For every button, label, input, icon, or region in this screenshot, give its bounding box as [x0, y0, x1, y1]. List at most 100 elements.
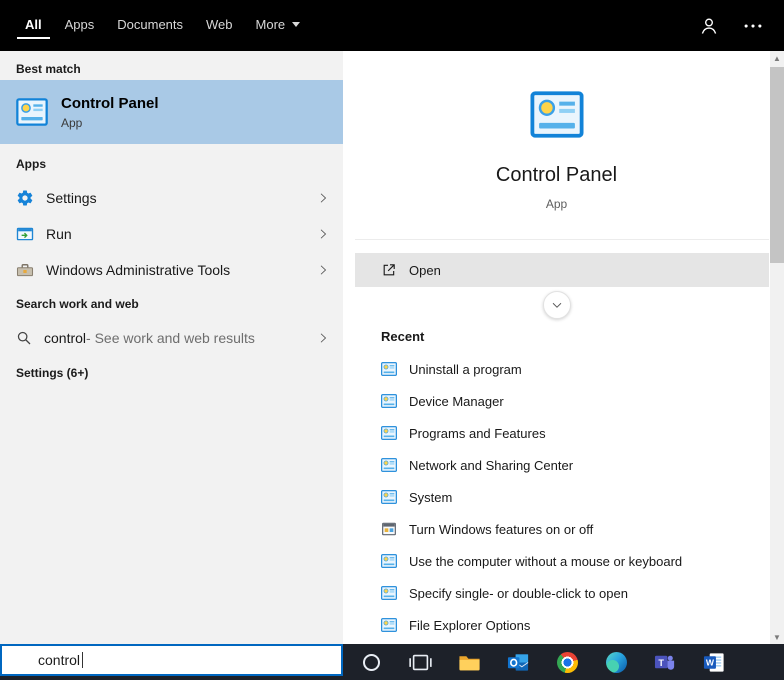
- recent-item-use-computer-without-mouse-or-keyboard[interactable]: Use the computer without a mouse or keyb…: [343, 545, 770, 577]
- search-icon: [16, 330, 32, 346]
- chevron-right-icon: [317, 228, 329, 240]
- gear-icon: [16, 189, 34, 207]
- app-item-label: Settings: [46, 190, 97, 206]
- recent-item-label: Network and Sharing Center: [409, 457, 574, 473]
- sidebar-item-admin-tools[interactable]: Windows Administrative Tools: [0, 252, 343, 288]
- sidebar-item-run[interactable]: Run: [0, 216, 343, 252]
- tab-all-label: All: [25, 16, 42, 32]
- recent-item-programs-and-features[interactable]: Programs and Features: [343, 417, 770, 449]
- recent-item-device-manager[interactable]: Device Manager: [343, 385, 770, 417]
- expand-actions-button[interactable]: [542, 291, 571, 319]
- best-match-subtitle: App: [61, 115, 83, 130]
- taskbar-chrome-button[interactable]: [543, 644, 592, 680]
- tab-all[interactable]: All: [17, 13, 50, 39]
- preview-divider: [355, 239, 769, 240]
- web-search-result[interactable]: control - See work and web results: [0, 320, 343, 356]
- control-panel-icon-large: [530, 91, 584, 138]
- taskbar-file-explorer-button[interactable]: [445, 644, 494, 680]
- tab-documents[interactable]: Documents: [109, 13, 191, 39]
- control-panel-mini-icon: [381, 361, 397, 377]
- best-match-header: Best match: [16, 62, 81, 76]
- recent-item-turn-windows-features-on-or-off[interactable]: Turn Windows features on or off: [343, 513, 770, 545]
- recent-item-label: Specify single- or double-click to open: [409, 585, 628, 601]
- account-icon[interactable]: [698, 15, 720, 37]
- recent-item-system[interactable]: System: [343, 481, 770, 513]
- preview-panel: Control Panel App Open Recent Uninstall …: [343, 51, 770, 644]
- search-web-section-header: Search work and web: [16, 297, 139, 311]
- control-panel-mini-icon: [381, 425, 397, 441]
- run-window-icon: [16, 225, 34, 243]
- best-match-result[interactable]: Control Panel App: [0, 80, 343, 144]
- tab-apps[interactable]: Apps: [57, 13, 103, 39]
- recent-item-label: Turn Windows features on or off: [409, 521, 594, 537]
- recent-item-network-and-sharing-center[interactable]: Network and Sharing Center: [343, 449, 770, 481]
- tab-web[interactable]: Web: [198, 13, 241, 39]
- control-panel-mini-icon: [381, 457, 397, 473]
- taskbar-teams-button[interactable]: [641, 644, 690, 680]
- tab-web-label: Web: [206, 16, 233, 32]
- open-action-button[interactable]: Open: [355, 253, 769, 287]
- recent-list: Uninstall a program Device Manager Progr…: [343, 353, 770, 641]
- apps-section-header: Apps: [16, 157, 46, 171]
- text-caret: [82, 652, 84, 668]
- chevron-right-icon: [317, 264, 329, 276]
- sidebar-item-settings[interactable]: Settings: [0, 180, 343, 216]
- tab-more-label: More: [255, 16, 286, 32]
- search-results-panel: Best match Control Panel App Apps Settin…: [0, 51, 343, 644]
- taskbar-task-view-button[interactable]: [396, 644, 445, 680]
- recent-item-label: File Explorer Options: [409, 617, 531, 633]
- preview-scrollbar: ▲ ▼: [770, 51, 784, 644]
- best-match-title: Control Panel: [61, 94, 159, 112]
- search-tabs-bar: All Apps Documents Web More: [0, 0, 784, 51]
- chevron-right-icon: [317, 192, 329, 204]
- chevron-down-icon: [551, 299, 563, 311]
- recent-item-label: System: [409, 489, 453, 505]
- recent-item-label: Use the computer without a mouse or keyb…: [409, 553, 683, 569]
- control-panel-mini-icon: [381, 553, 397, 569]
- recent-item-file-explorer-options[interactable]: File Explorer Options: [343, 609, 770, 641]
- control-panel-mini-icon: [381, 393, 397, 409]
- web-search-suffix: - See work and web results: [86, 330, 255, 346]
- recent-section-header: Recent: [381, 329, 425, 344]
- recent-item-label: Programs and Features: [409, 425, 546, 441]
- caret-down-icon: [292, 21, 301, 27]
- taskbar-outlook-button[interactable]: [494, 644, 543, 680]
- taskbar-edge-button[interactable]: [592, 644, 641, 680]
- word-icon: [703, 651, 726, 674]
- scroll-up-arrow[interactable]: ▲: [770, 51, 784, 65]
- cortana-icon: [363, 653, 380, 671]
- scrollbar-thumb[interactable]: [770, 67, 784, 263]
- scroll-down-arrow[interactable]: ▼: [770, 630, 784, 644]
- teams-icon: [654, 651, 677, 674]
- control-panel-mini-icon: [381, 489, 397, 505]
- preview-app-subtitle: App: [545, 197, 568, 211]
- more-options-icon[interactable]: [742, 15, 764, 37]
- taskbar-cortana-button[interactable]: [347, 644, 396, 680]
- open-action-label: Open: [409, 262, 441, 278]
- toolbox-icon: [16, 261, 34, 279]
- edge-icon: [606, 651, 627, 673]
- chevron-right-icon: [317, 332, 329, 344]
- best-match-text: Control Panel App: [61, 95, 159, 130]
- control-panel-mini-icon: [381, 617, 397, 633]
- web-search-query: control: [44, 330, 87, 346]
- tab-apps-label: Apps: [64, 16, 95, 32]
- settings-section-header: Settings (6+): [16, 366, 89, 380]
- topbar-right-icons: [698, 15, 784, 37]
- recent-item-specify-single-or-double-click[interactable]: Specify single- or double-click to open: [343, 577, 770, 609]
- preview-app-title: Control Panel: [495, 164, 618, 186]
- search-tabs: All Apps Documents Web More: [0, 0, 315, 51]
- outlook-icon: [507, 651, 530, 674]
- tab-more[interactable]: More: [248, 13, 309, 39]
- recent-item-uninstall-a-program[interactable]: Uninstall a program: [343, 353, 770, 385]
- recent-item-label: Device Manager: [409, 393, 504, 409]
- taskbar-word-button[interactable]: [690, 644, 739, 680]
- taskbar-search-input[interactable]: control: [0, 644, 343, 676]
- open-launch-icon: [381, 262, 397, 278]
- app-item-label: Run: [46, 226, 72, 242]
- control-panel-icon: [16, 96, 48, 128]
- recent-item-label: Uninstall a program: [409, 361, 522, 377]
- app-item-label: Windows Administrative Tools: [46, 262, 231, 278]
- chrome-icon: [557, 651, 578, 673]
- control-panel-mini-icon: [381, 585, 397, 601]
